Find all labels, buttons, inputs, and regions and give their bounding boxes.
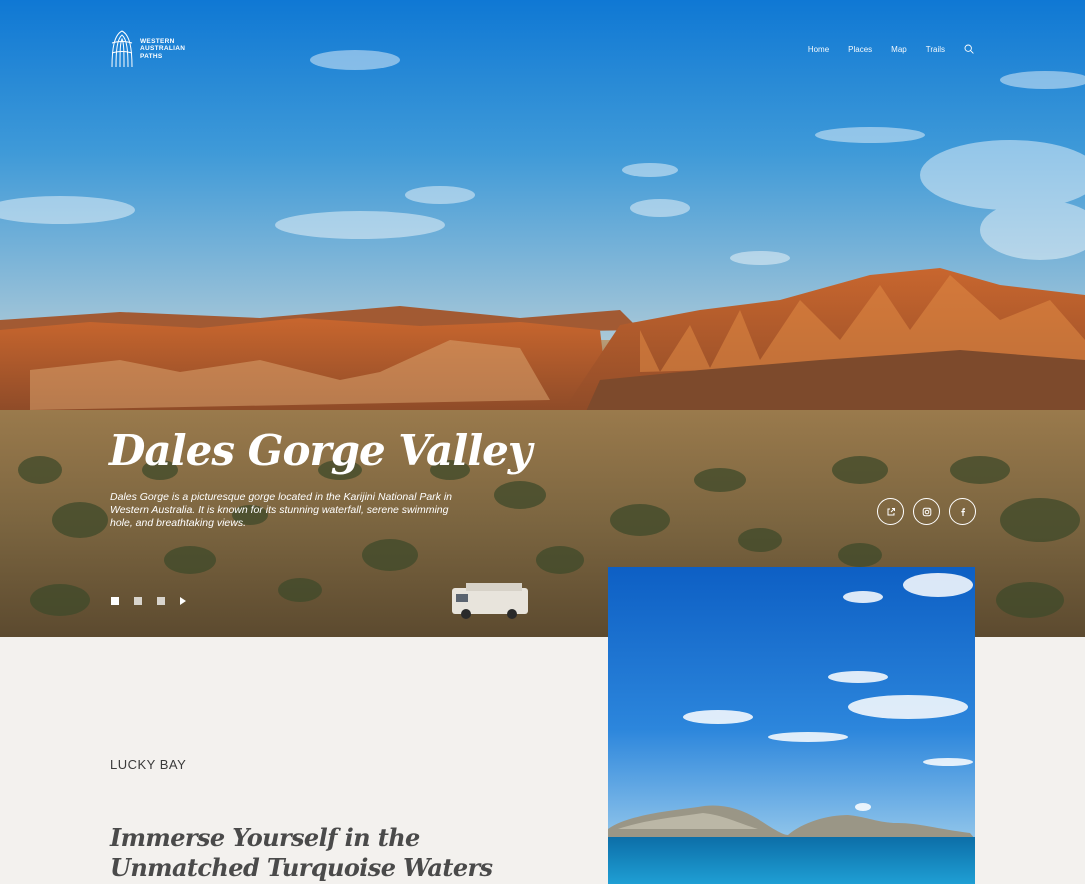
play-icon[interactable] (180, 597, 186, 605)
section-heading-line-2: Unmatched Turquoise Waters (110, 853, 493, 882)
instagram-button[interactable] (913, 498, 940, 525)
main-nav: Home Places Map Trails (808, 44, 974, 54)
nav-trails[interactable]: Trails (926, 45, 945, 54)
nav-home[interactable]: Home (808, 45, 829, 54)
brand-name: WESTERN AUSTRALIAN PATHS (140, 38, 185, 61)
slide-dot-2[interactable] (134, 597, 142, 605)
lucky-bay-image (608, 567, 975, 884)
lucky-bay-photo (608, 567, 975, 884)
campervan-image (452, 583, 528, 619)
hero-landscape-image (0, 0, 1085, 637)
brand-line-3: PATHS (140, 52, 163, 60)
search-icon[interactable] (964, 44, 974, 54)
slide-dot-3[interactable] (157, 597, 165, 605)
instagram-icon (922, 507, 931, 516)
brand-line-1: WESTERN (140, 37, 175, 45)
share-icon (887, 507, 895, 515)
hero-description: Dales Gorge is a picturesque gorge locat… (110, 491, 453, 529)
brand-line-2: AUSTRALIAN (140, 45, 186, 53)
share-button[interactable] (877, 498, 904, 525)
section-heading: Immerse Yourself in the Unmatched Turquo… (110, 823, 530, 883)
facebook-icon (960, 507, 965, 516)
section-label: LUCKY BAY (110, 757, 187, 772)
slide-pager (111, 597, 186, 605)
hero-banner: WESTERN AUSTRALIAN PATHS Home Places Map… (0, 0, 1085, 637)
hero-title: Dales Gorge Valley (109, 426, 532, 475)
nav-places[interactable]: Places (848, 45, 872, 54)
section-heading-line-1: Immerse Yourself in the (110, 823, 420, 852)
facebook-button[interactable] (949, 498, 976, 525)
social-links (877, 498, 976, 525)
brand-logo[interactable]: WESTERN AUSTRALIAN PATHS (110, 29, 185, 69)
fingerprint-logo-icon (111, 30, 133, 68)
nav-map[interactable]: Map (891, 45, 907, 54)
slide-dot-1[interactable] (111, 597, 119, 605)
